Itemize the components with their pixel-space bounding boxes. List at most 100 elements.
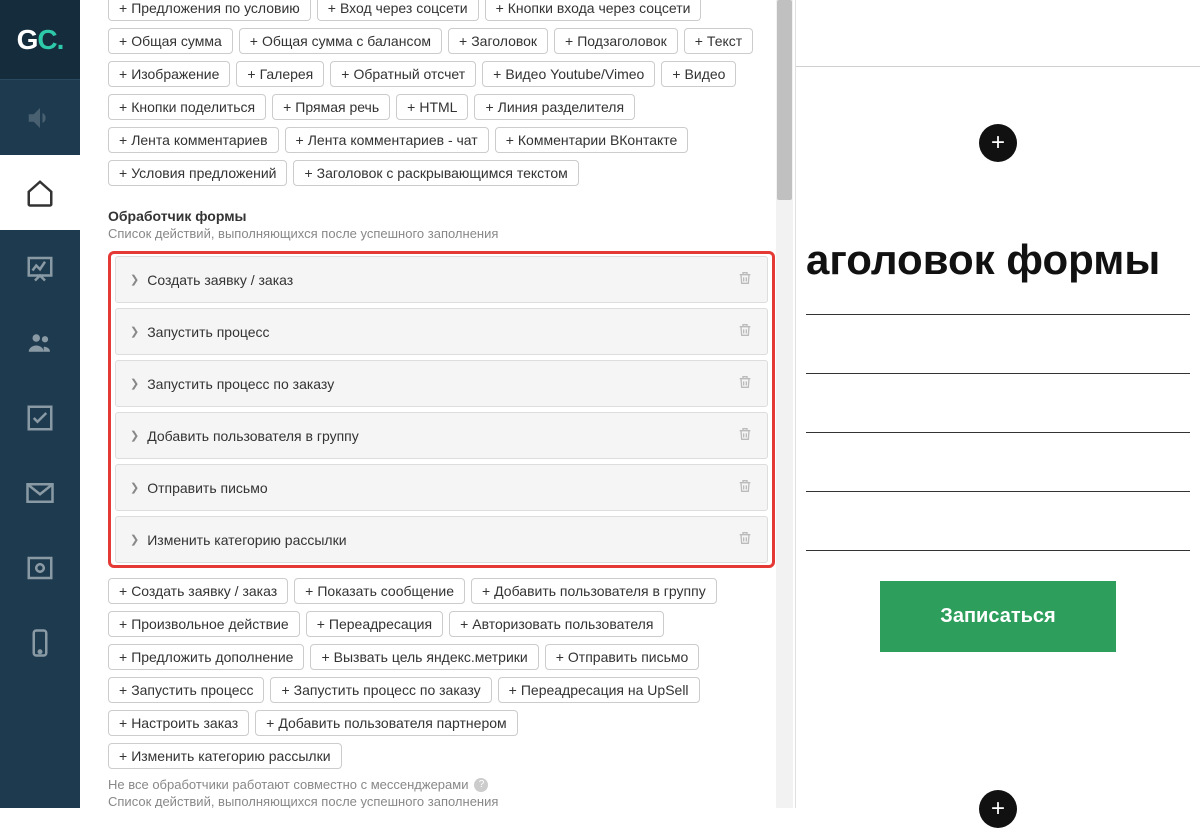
delete-icon[interactable] xyxy=(737,477,753,498)
form-input-line[interactable] xyxy=(806,491,1190,492)
chevron-right-icon: ❯ xyxy=(130,429,139,442)
add-section-button[interactable]: + xyxy=(979,790,1017,828)
add-block-tag[interactable]: +Кнопки поделиться xyxy=(108,94,266,120)
add-handler-tag[interactable]: +Отправить письмо xyxy=(545,644,700,670)
tag-row: +Создать заявку / заказ+Показать сообщен… xyxy=(108,578,775,604)
add-block-tag[interactable]: +HTML xyxy=(396,94,468,120)
plus-icon: + xyxy=(119,616,127,632)
tag-row: +Изменить категорию рассылки xyxy=(108,743,775,769)
form-input-line[interactable] xyxy=(806,314,1190,315)
add-block-tag[interactable]: +Видео xyxy=(661,61,736,87)
add-handler-tag[interactable]: +Переадресация xyxy=(306,611,443,637)
handler-list-box: ❯Создать заявку / заказ ❯Запустить процес… xyxy=(108,251,775,568)
form-input-line[interactable] xyxy=(806,550,1190,551)
add-handler-tag[interactable]: +Показать сообщение xyxy=(294,578,465,604)
form-title: аголовок формы xyxy=(796,236,1200,284)
add-block-tag[interactable]: +Изображение xyxy=(108,61,230,87)
nav-safe-icon[interactable] xyxy=(0,530,80,605)
plus-icon: + xyxy=(281,682,289,698)
add-block-tag[interactable]: +Кнопки входа через соцсети xyxy=(485,0,702,21)
tag-row: +Запустить процесс+Запустить процесс по … xyxy=(108,677,775,703)
scrollbar-thumb[interactable] xyxy=(777,0,792,200)
handler-item[interactable]: ❯Запустить процесс по заказу xyxy=(115,360,768,407)
plus-icon: + xyxy=(341,66,349,82)
delete-icon[interactable] xyxy=(737,269,753,290)
plus-icon: + xyxy=(328,0,336,16)
handler-item[interactable]: ❯Отправить письмо xyxy=(115,464,768,511)
plus-icon: + xyxy=(304,165,312,181)
add-block-tag[interactable]: +Условия предложений xyxy=(108,160,287,186)
delete-icon[interactable] xyxy=(737,321,753,342)
plus-icon: + xyxy=(556,649,564,665)
add-block-tag[interactable]: +Подзаголовок xyxy=(554,28,678,54)
scrollbar[interactable] xyxy=(776,0,793,808)
add-handler-tag[interactable]: +Добавить пользователя в группу xyxy=(471,578,717,604)
delete-icon[interactable] xyxy=(737,373,753,394)
tag-row: +Настроить заказ+Добавить пользователя п… xyxy=(108,710,775,736)
nav-analytics-icon[interactable] xyxy=(0,230,80,305)
add-block-tag[interactable]: +Общая сумма xyxy=(108,28,233,54)
nav-mail-icon[interactable] xyxy=(0,455,80,530)
chevron-right-icon: ❯ xyxy=(130,273,139,286)
add-block-tag[interactable]: +Вход через соцсети xyxy=(317,0,479,21)
tag-row: +Предложить дополнение+Вызвать цель янде… xyxy=(108,644,775,670)
handler-label: Отправить письмо xyxy=(147,480,267,496)
add-handler-tag[interactable]: +Запустить процесс xyxy=(108,677,264,703)
form-input-line[interactable] xyxy=(806,373,1190,374)
add-block-tag[interactable]: +Заголовок xyxy=(448,28,548,54)
add-block-tag[interactable]: +Линия разделителя xyxy=(474,94,635,120)
nav-tasks-icon[interactable] xyxy=(0,380,80,455)
plus-icon: + xyxy=(317,616,325,632)
add-handler-tag[interactable]: +Запустить процесс по заказу xyxy=(270,677,491,703)
add-handler-tag[interactable]: +Изменить категорию рассылки xyxy=(108,743,342,769)
form-input-line[interactable] xyxy=(806,432,1190,433)
tag-row: +Предложения по условию +Вход через соцсе… xyxy=(108,0,775,21)
note-text: Не все обработчики работают совместно с … xyxy=(108,777,468,792)
tag-row: +Лента комментариев+Лента комментариев -… xyxy=(108,127,775,153)
handler-item[interactable]: ❯Добавить пользователя в группу xyxy=(115,412,768,459)
add-block-tag[interactable]: +Заголовок с раскрывающимся текстом xyxy=(293,160,578,186)
nav-home-icon[interactable] xyxy=(0,155,80,230)
plus-icon: + xyxy=(119,99,127,115)
nav-users-icon[interactable] xyxy=(0,305,80,380)
add-block-tag[interactable]: +Общая сумма с балансом xyxy=(239,28,442,54)
plus-icon: + xyxy=(119,0,127,16)
handler-section-title: Обработчик формы xyxy=(108,208,775,224)
add-handler-tag[interactable]: +Настроить заказ xyxy=(108,710,249,736)
add-block-tag[interactable]: +Галерея xyxy=(236,61,324,87)
add-handler-tag[interactable]: +Переадресация на UpSell xyxy=(498,677,700,703)
handler-label: Изменить категорию рассылки xyxy=(147,532,346,548)
add-block-tag[interactable]: +Видео Youtube/Vimeo xyxy=(482,61,655,87)
add-block-tag[interactable]: +Прямая речь xyxy=(272,94,390,120)
plus-icon: + xyxy=(460,616,468,632)
add-block-tag[interactable]: +Текст xyxy=(684,28,753,54)
help-icon[interactable]: ? xyxy=(474,778,488,792)
plus-icon: + xyxy=(695,33,703,49)
add-handler-tag[interactable]: +Предложить дополнение xyxy=(108,644,304,670)
plus-icon: + xyxy=(506,132,514,148)
add-handler-tag[interactable]: +Авторизовать пользователя xyxy=(449,611,664,637)
handler-item[interactable]: ❯Создать заявку / заказ xyxy=(115,256,768,303)
plus-icon: + xyxy=(119,33,127,49)
signup-button[interactable]: Записаться xyxy=(880,581,1115,652)
add-block-tag[interactable]: +Лента комментариев xyxy=(108,127,279,153)
add-block-tag[interactable]: +Лента комментариев - чат xyxy=(285,127,489,153)
nav-mobile-icon[interactable] xyxy=(0,605,80,680)
plus-icon: + xyxy=(119,165,127,181)
add-block-tag[interactable]: +Предложения по условию xyxy=(108,0,311,21)
add-handler-tag[interactable]: +Добавить пользователя партнером xyxy=(255,710,517,736)
add-handler-tag[interactable]: +Создать заявку / заказ xyxy=(108,578,288,604)
plus-icon: + xyxy=(119,682,127,698)
add-block-tag[interactable]: +Комментарии ВКонтакте xyxy=(495,127,689,153)
nav-sound-icon[interactable] xyxy=(0,80,80,155)
plus-icon: + xyxy=(247,66,255,82)
add-handler-tag[interactable]: +Вызвать цель яндекс.метрики xyxy=(310,644,538,670)
logo-c: C xyxy=(37,24,56,55)
handler-item[interactable]: ❯Изменить категорию рассылки xyxy=(115,516,768,563)
delete-icon[interactable] xyxy=(737,529,753,550)
plus-icon: + xyxy=(119,583,127,599)
handler-item[interactable]: ❯Запустить процесс xyxy=(115,308,768,355)
add-handler-tag[interactable]: +Произвольное действие xyxy=(108,611,300,637)
delete-icon[interactable] xyxy=(737,425,753,446)
add-block-tag[interactable]: +Обратный отсчет xyxy=(330,61,476,87)
